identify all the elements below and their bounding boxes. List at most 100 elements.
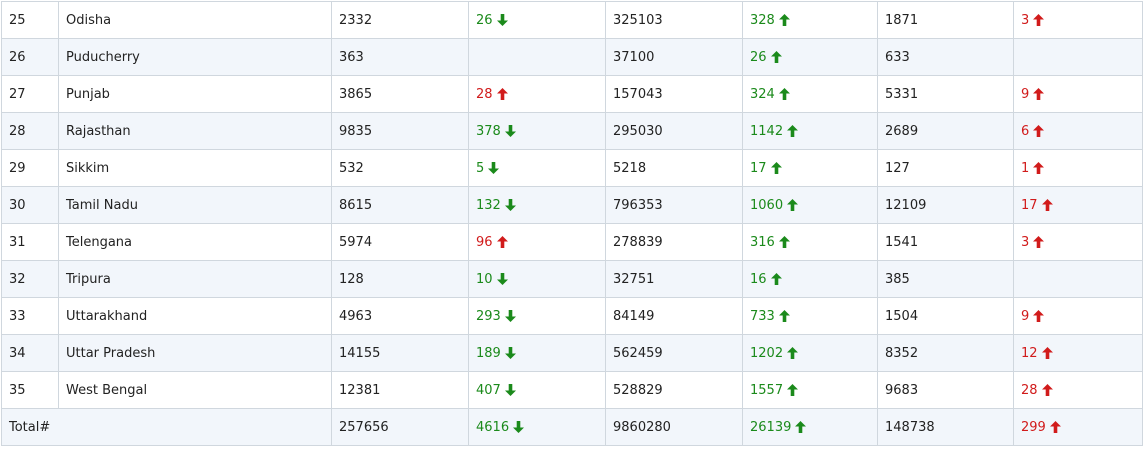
active-change-cell-value: 378	[476, 123, 501, 139]
active-cases-cell: 363	[331, 38, 469, 76]
active-change-cell: 293	[468, 297, 606, 335]
cured-cell: 84149	[605, 297, 743, 335]
arrow-up-icon	[1033, 124, 1045, 137]
state-name-cell: Uttarakhand	[58, 297, 332, 335]
cured-cell: 157043	[605, 75, 743, 113]
active-cases-cell: 9835	[331, 112, 469, 150]
active-cases-cell: 12381	[331, 371, 469, 409]
total-deaths-cell: 148738	[877, 408, 1014, 446]
table-row: 33 Uttarakhand 4963 293 84149 733 1504 9	[1, 297, 1143, 335]
arrow-up-icon	[795, 420, 807, 433]
total-deaths-change-cell-value: 299	[1021, 419, 1046, 435]
table-row: 30 Tamil Nadu 8615 132 796353 1060 12109 17	[1, 186, 1143, 224]
active-change-cell-value: 28	[476, 86, 493, 102]
deaths-change-cell	[1013, 260, 1143, 298]
cured-change-cell-value: 316	[750, 234, 775, 250]
state-name-cell: Rajasthan	[58, 112, 332, 150]
active-cases-cell: 3865	[331, 75, 469, 113]
deaths-change-cell: 6	[1013, 112, 1143, 150]
deaths-cell: 1504	[877, 297, 1014, 335]
deaths-cell: 9683	[877, 371, 1014, 409]
total-row: Total# 257656 4616 9860280 26139 148738 299	[1, 408, 1143, 446]
active-change-cell: 96	[468, 223, 606, 261]
cured-change-cell: 316	[742, 223, 878, 261]
active-change-cell-value: 293	[476, 308, 501, 324]
cured-change-cell: 17	[742, 149, 878, 187]
arrow-down-icon	[513, 420, 525, 433]
cured-change-cell-value: 733	[750, 308, 775, 324]
arrow-down-icon	[496, 13, 508, 26]
state-wise-table: 25 Odisha 2332 26 325103 328 1871 3 26 Puducherry…	[1, 1, 1143, 446]
active-change-cell-value: 189	[476, 345, 501, 361]
active-cases-cell: 128	[331, 260, 469, 298]
total-active-change-cell-value: 4616	[476, 419, 510, 435]
deaths-cell: 2689	[877, 112, 1014, 150]
total-active-cell: 257656	[331, 408, 469, 446]
arrow-up-icon	[778, 309, 790, 322]
active-change-cell: 378	[468, 112, 606, 150]
table-row: 26 Puducherry 363 37100 26 633	[1, 38, 1143, 76]
deaths-change-cell-value: 12	[1021, 345, 1038, 361]
deaths-change-cell: 9	[1013, 75, 1143, 113]
cured-cell: 278839	[605, 223, 743, 261]
serial-number-cell: 35	[1, 371, 59, 409]
serial-number-cell: 28	[1, 112, 59, 150]
cured-change-cell: 1557	[742, 371, 878, 409]
arrow-up-icon	[1049, 420, 1061, 433]
table-row: 35 West Bengal 12381 407 528829 1557 9683 28	[1, 371, 1143, 409]
table-row: 28 Rajasthan 9835 378 295030 1142 2689 6	[1, 112, 1143, 150]
arrow-down-icon	[488, 161, 500, 174]
cured-change-cell-value: 324	[750, 86, 775, 102]
deaths-change-cell: 9	[1013, 297, 1143, 335]
cured-change-cell-value: 1202	[750, 345, 784, 361]
deaths-cell: 1541	[877, 223, 1014, 261]
cured-cell: 796353	[605, 186, 743, 224]
arrow-up-icon	[787, 198, 799, 211]
cured-cell: 295030	[605, 112, 743, 150]
cured-change-cell: 733	[742, 297, 878, 335]
deaths-cell: 5331	[877, 75, 1014, 113]
deaths-cell: 12109	[877, 186, 1014, 224]
cured-change-cell-value: 16	[750, 271, 767, 287]
arrow-up-icon	[1041, 346, 1053, 359]
cured-change-cell-value: 328	[750, 12, 775, 28]
state-name-cell: Uttar Pradesh	[58, 334, 332, 372]
deaths-change-cell-value: 28	[1021, 382, 1038, 398]
active-change-cell: 5	[468, 149, 606, 187]
arrow-up-icon	[787, 346, 799, 359]
active-change-cell: 189	[468, 334, 606, 372]
cured-cell: 562459	[605, 334, 743, 372]
serial-number-cell: 31	[1, 223, 59, 261]
active-cases-cell: 5974	[331, 223, 469, 261]
serial-number-cell: 33	[1, 297, 59, 335]
serial-number-cell: 29	[1, 149, 59, 187]
cured-change-cell-value: 1142	[750, 123, 784, 139]
table-row: 31 Telengana 5974 96 278839 316 1541 3	[1, 223, 1143, 261]
active-cases-cell: 4963	[331, 297, 469, 335]
active-cases-cell: 532	[331, 149, 469, 187]
state-name-cell: Sikkim	[58, 149, 332, 187]
arrow-down-icon	[504, 309, 516, 322]
cured-change-cell: 1142	[742, 112, 878, 150]
serial-number-cell: 26	[1, 38, 59, 76]
cured-cell: 37100	[605, 38, 743, 76]
deaths-cell: 127	[877, 149, 1014, 187]
active-cases-cell: 8615	[331, 186, 469, 224]
state-name-cell: Tamil Nadu	[58, 186, 332, 224]
arrow-up-icon	[770, 161, 782, 174]
cured-change-cell-value: 17	[750, 160, 767, 176]
cured-change-cell-value: 26	[750, 49, 767, 65]
active-change-cell: 10	[468, 260, 606, 298]
deaths-change-cell: 3	[1013, 1, 1143, 39]
arrow-up-icon	[1033, 13, 1045, 26]
table-row: 27 Punjab 3865 28 157043 324 5331 9	[1, 75, 1143, 113]
arrow-down-icon	[504, 383, 516, 396]
active-change-cell-value: 132	[476, 197, 501, 213]
arrow-down-icon	[496, 272, 508, 285]
serial-number-cell: 25	[1, 1, 59, 39]
active-change-cell-value: 407	[476, 382, 501, 398]
deaths-change-cell: 17	[1013, 186, 1143, 224]
serial-number-cell: 34	[1, 334, 59, 372]
active-change-cell-value: 10	[476, 271, 493, 287]
cured-cell: 5218	[605, 149, 743, 187]
